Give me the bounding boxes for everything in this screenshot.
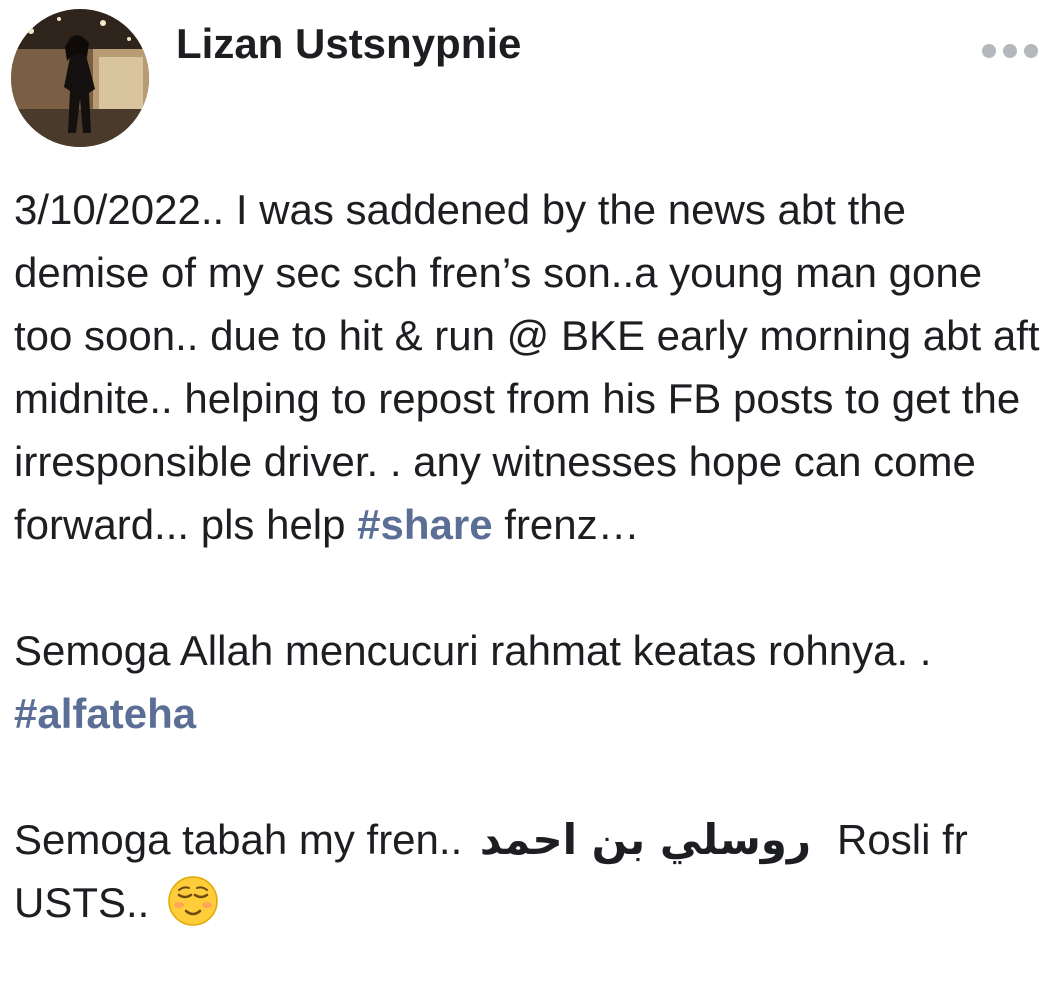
- post-text: 3/10/2022.. I was saddened by the news a…: [14, 186, 1040, 548]
- post-paragraph: Semoga tabah my fren.. روسلي بن احمد Rosl…: [14, 808, 1040, 934]
- hashtag-link[interactable]: #share: [357, 501, 492, 548]
- facebook-post: Lizan Ustsnypnie 3/10/2022.. I was sadde…: [0, 0, 1044, 992]
- post-paragraph: 3/10/2022.. I was saddened by the news a…: [14, 178, 1040, 556]
- more-dot: [1003, 44, 1017, 58]
- post-body: 3/10/2022.. I was saddened by the news a…: [14, 178, 1040, 934]
- author-avatar[interactable]: [11, 9, 149, 147]
- post-text: Semoga tabah my fren..: [14, 816, 474, 863]
- more-options-icon[interactable]: [982, 40, 1038, 62]
- post-text: frenz…: [492, 501, 640, 548]
- post-paragraph: Semoga Allah mencucuri rahmat keatas roh…: [14, 619, 1040, 745]
- more-dot: [982, 44, 996, 58]
- author-name[interactable]: Lizan Ustsnypnie: [176, 20, 521, 68]
- post-text: Semoga Allah mencucuri rahmat keatas roh…: [14, 627, 932, 674]
- arabic-name: روسلي بن احمد: [479, 815, 812, 864]
- hashtag-link[interactable]: #alfateha: [14, 690, 196, 737]
- relieved-face-emoji-icon: [167, 875, 219, 927]
- more-dot: [1024, 44, 1038, 58]
